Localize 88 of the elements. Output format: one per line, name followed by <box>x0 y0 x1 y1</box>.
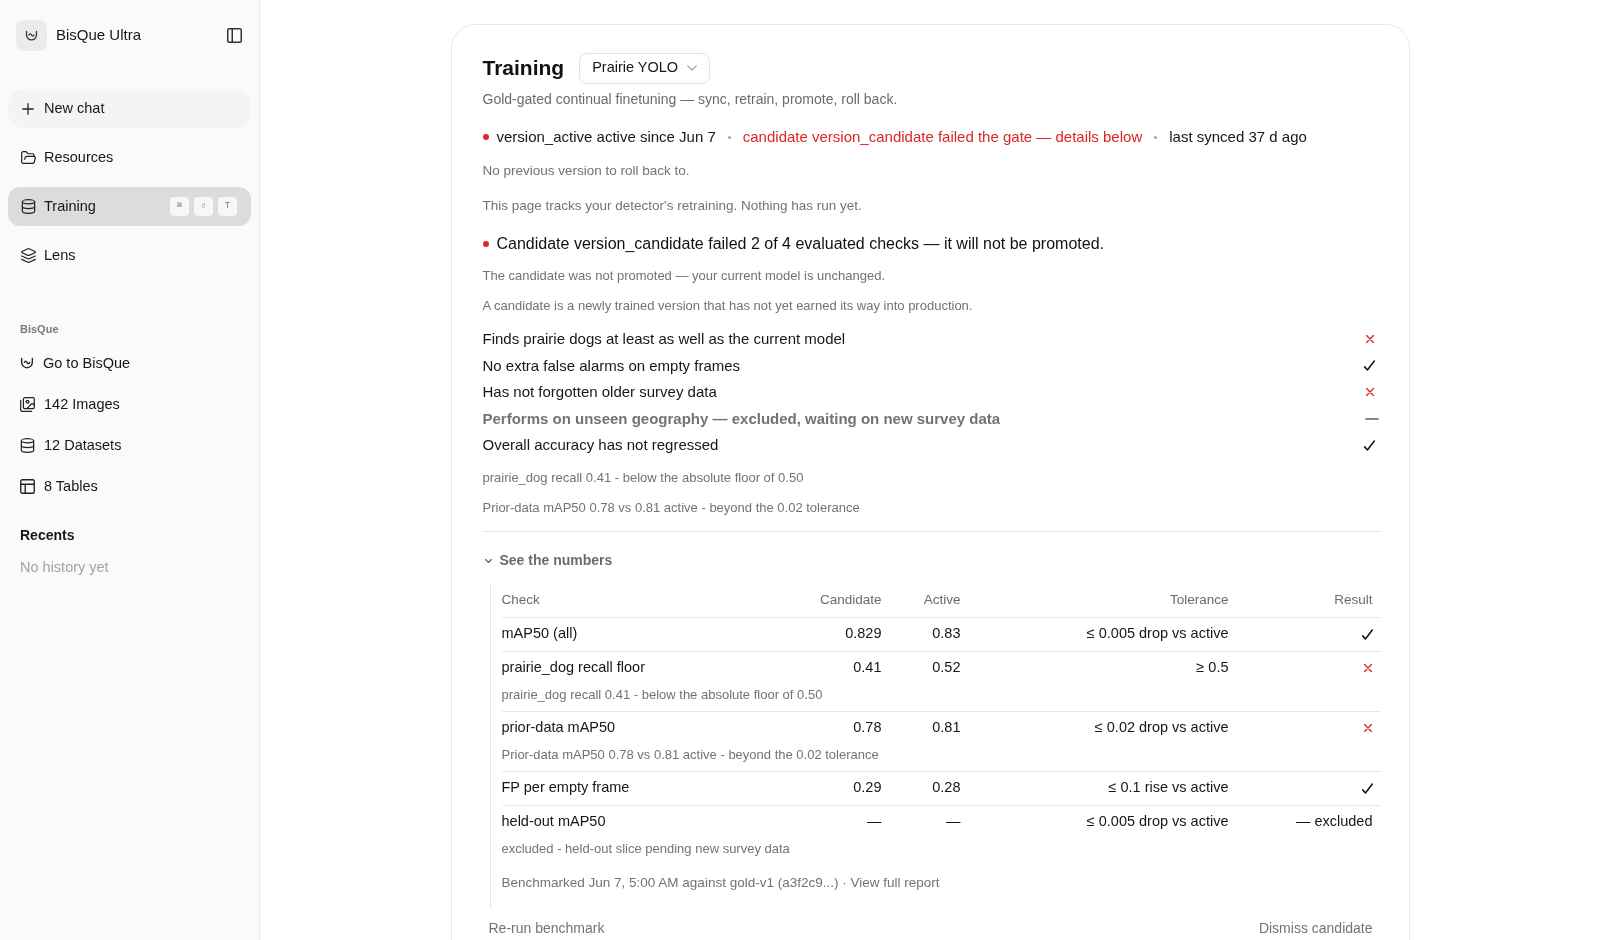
check-icon <box>1363 360 1375 372</box>
table-cell-text: — <box>866 812 882 832</box>
table-cell-text: 0.41 <box>852 658 882 678</box>
nav-item[interactable]: Training ⌘ ⇧ T <box>8 187 251 226</box>
nav-item[interactable]: Lens <box>8 236 251 275</box>
action-button[interactable]: Re-run benchmark <box>488 919 605 936</box>
check-label: No extra false alarms on empty frames <box>482 355 741 376</box>
table-icon <box>20 479 35 494</box>
table-cell-text: — <box>945 812 961 832</box>
table-cell-text: 0.28 <box>931 778 961 798</box>
bowl-logo-icon <box>20 357 34 370</box>
table-cell-text: ≤ 0.005 drop vs active <box>1085 812 1229 832</box>
table-cell-text: 0.83 <box>931 624 961 644</box>
page-title: Training <box>482 55 565 82</box>
section-heading: Recents <box>20 526 76 545</box>
folder-icon <box>21 150 36 165</box>
table-cell-text: 0.829 <box>844 624 882 644</box>
check-label: Finds prairie dogs at least as well as the current model <box>482 329 846 349</box>
database-icon <box>21 199 36 214</box>
info-text: A candidate is a newly trained version that has not yet earned its way into production. <box>482 297 974 315</box>
nav-link[interactable]: 8 Tables <box>0 466 259 507</box>
cross-icon <box>1363 664 1372 672</box>
table-cell-text: ≤ 0.005 drop vs active <box>1085 624 1229 644</box>
table-cell-text: ≤ 0.1 rise vs active <box>1107 778 1229 798</box>
table-cell-text: ≥ 0.5 <box>1195 658 1229 678</box>
images-icon <box>20 397 35 412</box>
column-header: Candidate <box>818 590 882 609</box>
panel-toggle-icon[interactable] <box>227 28 242 43</box>
action-button[interactable]: Dismiss candidate <box>1258 919 1373 936</box>
chevron-down-icon <box>484 558 492 563</box>
shortcut-key: ⇧ <box>194 197 213 216</box>
cross-icon <box>1365 335 1374 344</box>
info-text: This page tracks your detector's retraining. Nothing has run yet. <box>482 197 863 215</box>
nav-link[interactable]: 12 Datasets <box>0 425 259 466</box>
cross-icon <box>1365 388 1374 397</box>
table-cell-text: held-out mAP50 <box>501 812 607 832</box>
view-report-link[interactable]: View full report <box>850 874 940 890</box>
verdict-text: Candidate version_candidate failed 2 of 4 evaluated checks — it will not be promoted. <box>496 234 1104 254</box>
table-cell-text: 0.29 <box>852 778 882 798</box>
sync-status-text: last synced 37 d ago <box>1169 126 1307 147</box>
status-text: version_active active since Jun 7 <box>496 126 716 147</box>
model-dropdown[interactable]: Prairie YOLO <box>579 52 711 84</box>
nav-item[interactable]: Resources <box>8 138 251 177</box>
cross-icon <box>1363 724 1372 732</box>
column-header: Result <box>1333 590 1374 609</box>
table-cell-text: — excluded <box>1295 812 1373 832</box>
column-header: Active <box>922 590 961 609</box>
table-cell-text: prior-data mAP50 <box>501 718 617 738</box>
check-icon <box>1361 628 1373 640</box>
nav-link[interactable]: Go to BisQue <box>0 343 259 384</box>
brand-name: BisQue Ultra <box>56 25 142 46</box>
check-label: Performs on unseen geography — excluded, waiting on new survey data <box>482 408 1001 429</box>
bowl-logo-icon <box>16 20 47 51</box>
nav-link[interactable]: 142 Images <box>0 384 259 425</box>
layers-icon <box>21 248 36 263</box>
chevron-down-icon <box>687 65 698 71</box>
shortcut-key: T <box>218 197 237 216</box>
failure-note: Prior-data mAP50 0.78 vs 0.81 active - beyond the 0.02 tolerance <box>482 498 861 517</box>
info-text: The candidate was not promoted — your current model is unchanged. <box>482 267 886 285</box>
table-cell-text: ≤ 0.02 drop vs active <box>1093 718 1229 738</box>
table-cell-text: 0.81 <box>931 718 961 738</box>
plus-icon <box>22 102 34 115</box>
info-text: No previous version to roll back to. <box>482 162 691 180</box>
row-note: excluded - held-out slice pending new survey data <box>501 839 791 858</box>
table-cell-text: FP per empty frame <box>501 778 631 798</box>
dash-icon <box>1364 417 1379 420</box>
check-label: Has not forgotten older survey data <box>482 382 717 402</box>
failure-note: prairie_dog recall 0.41 - below the absolute floor of 0.50 <box>482 468 805 487</box>
check-label: Overall accuracy has not regressed <box>482 435 719 455</box>
new-chat-button[interactable]: New chat <box>8 89 251 128</box>
table-cell-text: 0.52 <box>931 658 961 678</box>
section-label: BisQue <box>20 322 60 337</box>
table-cell-text: prairie_dog recall floor <box>501 658 646 678</box>
table-cell-text: mAP50 (all) <box>501 624 579 644</box>
candidate-status-link[interactable]: candidate version_candidate failed the gate — details below <box>742 125 1143 149</box>
database-icon <box>20 438 35 453</box>
row-note: prairie_dog recall 0.41 - below the absolute floor of 0.50 <box>501 685 824 704</box>
table-cell-text: 0.78 <box>852 718 882 738</box>
benchmark-note: Benchmarked Jun 7, 5:00 AM against gold-v1 (a3f2c9...) · View full report <box>501 873 941 892</box>
column-header: Tolerance <box>1168 590 1229 609</box>
check-icon <box>1363 439 1375 451</box>
row-note: Prior-data mAP50 0.78 vs 0.81 active - beyond the 0.02 tolerance <box>501 745 880 764</box>
page-subtitle: Gold-gated continual finetuning — sync, retrain, promote, roll back. <box>482 90 899 109</box>
see-numbers-toggle[interactable]: See the numbers <box>482 550 613 571</box>
shortcut-key: ⌘ <box>170 197 189 216</box>
check-icon <box>1361 782 1373 794</box>
empty-history-text: No history yet <box>20 558 110 577</box>
column-header: Check <box>501 590 541 609</box>
